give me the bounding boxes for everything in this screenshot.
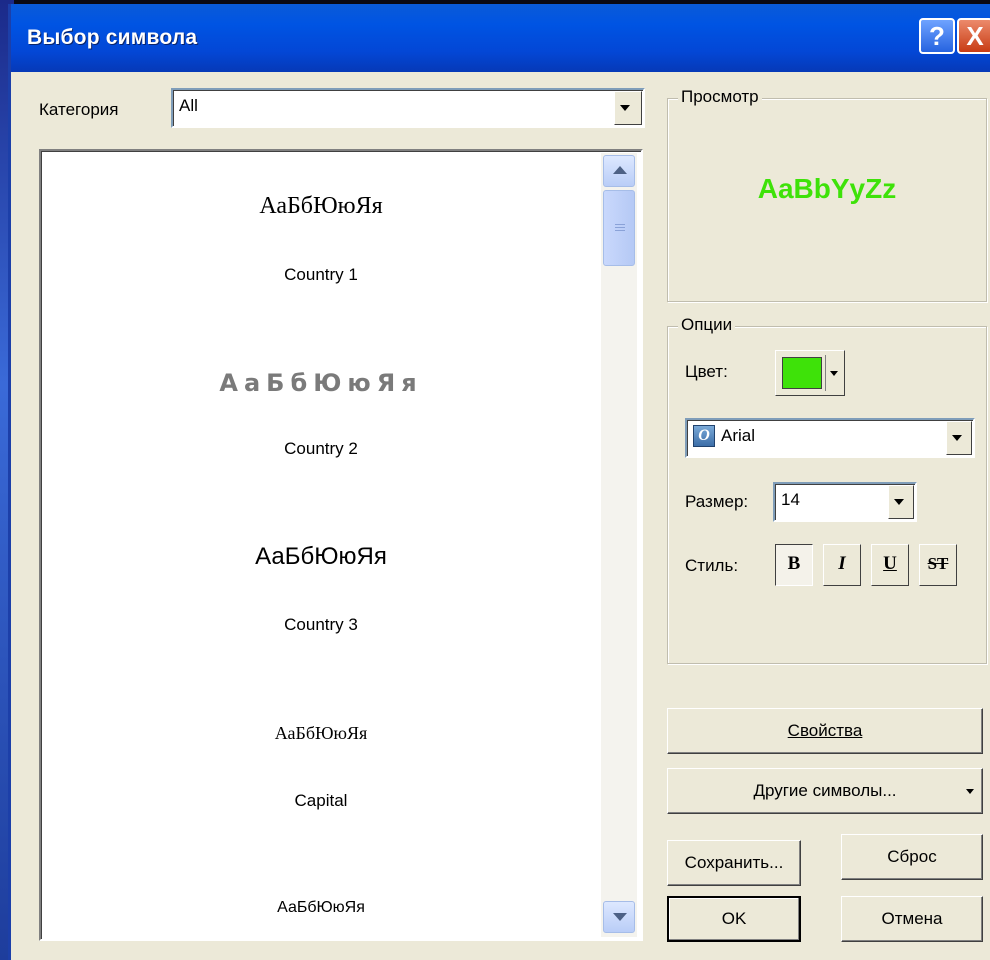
symbol-sample-5[interactable]: АаБбЮюЯя bbox=[71, 899, 571, 917]
symbol-sample-country-2[interactable]: АаБбЮюЯя bbox=[71, 369, 571, 397]
symbol-caption-country-3[interactable]: Country 3 bbox=[71, 615, 571, 635]
dialog-title: Выбор символа bbox=[27, 26, 198, 49]
symbol-sample-country-1[interactable]: АаБбЮюЯя bbox=[71, 193, 571, 220]
opentype-font-icon: O bbox=[693, 425, 715, 447]
italic-button[interactable]: I bbox=[823, 544, 861, 586]
chevron-down-icon bbox=[830, 371, 838, 376]
style-label: Стиль: bbox=[685, 556, 739, 575]
symbol-caption-country-1[interactable]: Country 1 bbox=[71, 265, 571, 285]
save-button[interactable]: Сохранить... bbox=[667, 840, 801, 886]
font-dropdown-button[interactable] bbox=[946, 421, 972, 455]
bold-button[interactable]: B bbox=[775, 544, 813, 586]
scroll-down-button[interactable] bbox=[603, 901, 635, 933]
properties-button-label: Свойства bbox=[787, 721, 863, 740]
color-picker-button[interactable] bbox=[775, 350, 845, 396]
cancel-button[interactable]: Отмена bbox=[841, 896, 983, 942]
symbol-sample-country-3[interactable]: АаБбЮюЯя bbox=[71, 543, 571, 571]
symbol-list[interactable]: АаБбЮюЯя Country 1 АаБбЮюЯя Country 2 Аа… bbox=[39, 149, 643, 941]
size-label: Размер: bbox=[685, 492, 749, 511]
color-swatch bbox=[782, 357, 822, 389]
category-dropdown-button[interactable] bbox=[614, 91, 642, 125]
other-symbols-label: Другие символы... bbox=[753, 781, 897, 800]
category-label: Категория bbox=[39, 100, 119, 119]
reset-button[interactable]: Сброс bbox=[841, 834, 983, 880]
properties-button[interactable]: Свойства bbox=[667, 708, 983, 754]
symbol-sample-capital[interactable]: АаБбЮюЯя bbox=[71, 723, 571, 744]
size-dropdown-button[interactable] bbox=[888, 485, 914, 519]
strikethrough-button[interactable]: ST bbox=[919, 544, 957, 586]
scroll-thumb[interactable] bbox=[603, 190, 635, 266]
chevron-up-icon bbox=[613, 166, 627, 174]
font-select[interactable]: O Arial bbox=[685, 418, 975, 458]
scroll-up-button[interactable] bbox=[603, 155, 635, 187]
vertical-scrollbar[interactable] bbox=[601, 153, 637, 937]
chevron-down-icon bbox=[613, 913, 627, 921]
preview-group: Просмотр AaBbYyZz bbox=[667, 87, 987, 302]
category-value: All bbox=[179, 96, 198, 115]
preview-legend: Просмотр bbox=[678, 87, 762, 107]
symbol-caption-country-2[interactable]: Country 2 bbox=[71, 439, 571, 459]
underline-button[interactable]: U bbox=[871, 544, 909, 586]
grip-line bbox=[615, 227, 625, 228]
options-legend: Опции bbox=[678, 315, 736, 335]
help-button[interactable]: ? bbox=[919, 18, 955, 54]
title-bar[interactable]: Выбор символа ? X bbox=[11, 4, 990, 72]
ok-button[interactable]: OK bbox=[667, 896, 801, 942]
category-select[interactable]: All bbox=[171, 88, 645, 128]
symbol-picker-dialog: Выбор символа ? X Категория All АаБбЮюЯя… bbox=[8, 4, 990, 960]
other-symbols-button[interactable]: Другие символы... bbox=[667, 768, 983, 814]
preview-text: AaBbYyZz bbox=[757, 173, 897, 204]
font-value: Arial bbox=[721, 426, 756, 445]
symbol-caption-capital[interactable]: Capital bbox=[71, 791, 571, 811]
close-button[interactable]: X bbox=[957, 18, 990, 54]
chevron-down-icon bbox=[966, 789, 974, 794]
color-label: Цвет: bbox=[685, 362, 728, 381]
size-value: 14 bbox=[781, 490, 800, 509]
grip-line bbox=[615, 230, 625, 231]
size-select[interactable]: 14 bbox=[773, 482, 917, 522]
grip-line bbox=[615, 224, 625, 225]
swatch-divider bbox=[825, 355, 826, 391]
